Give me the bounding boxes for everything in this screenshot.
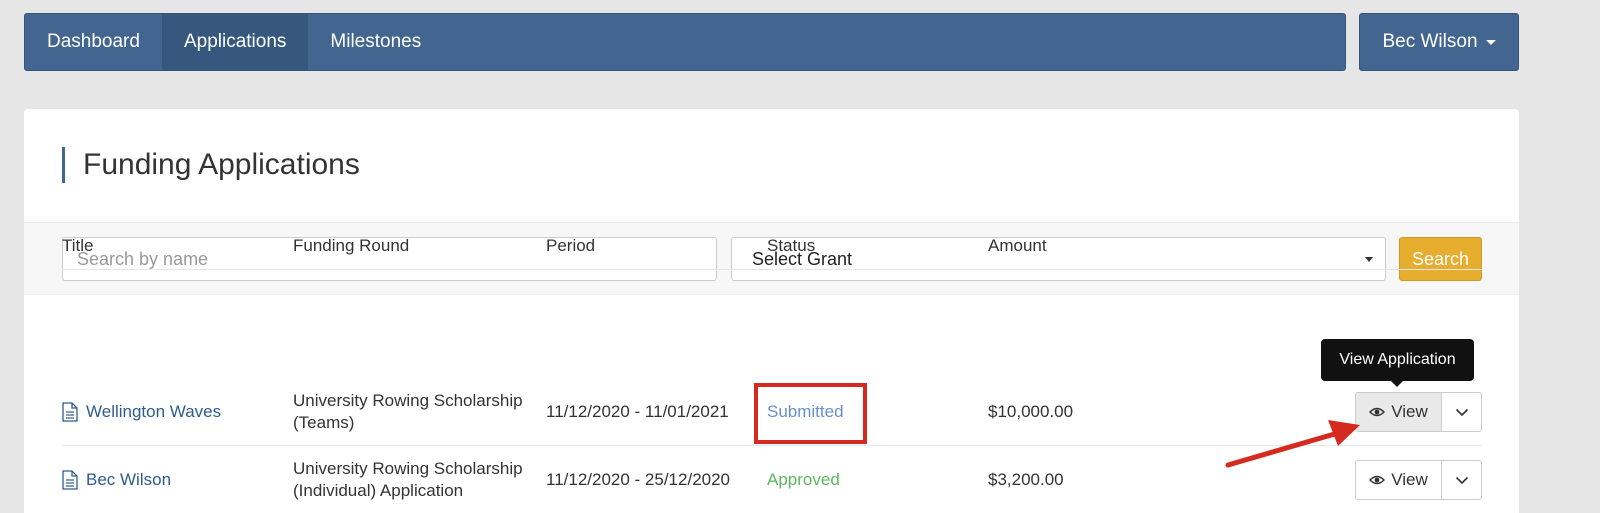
user-menu-dropdown[interactable]: Bec Wilson bbox=[1359, 13, 1519, 71]
chevron-down-icon bbox=[1455, 408, 1468, 416]
row-title-link[interactable]: Bec Wilson bbox=[62, 469, 171, 491]
column-header-period: Period bbox=[546, 236, 596, 255]
nav-milestones[interactable]: Milestones bbox=[308, 14, 443, 70]
actions-dropdown-toggle[interactable] bbox=[1442, 393, 1481, 431]
row-period: 11/12/2020 - 11/01/2021 bbox=[546, 402, 729, 421]
row-title-text: Wellington Waves bbox=[86, 402, 222, 421]
column-header-funding-round: Funding Round bbox=[293, 236, 410, 255]
row-title-link[interactable]: Wellington Waves bbox=[62, 401, 221, 423]
row-amount: $3,200.00 bbox=[988, 470, 1064, 489]
row-actions: View bbox=[1355, 392, 1482, 432]
funding-round-line2: (Individual) Application bbox=[293, 481, 464, 500]
document-icon bbox=[62, 402, 78, 422]
filter-bar: Select Grant Search bbox=[24, 222, 1519, 295]
eye-icon bbox=[1369, 475, 1386, 485]
eye-icon bbox=[1369, 407, 1386, 417]
funding-round-line1: University Rowing Scholarship bbox=[293, 459, 523, 478]
page-title: Funding Applications bbox=[62, 147, 360, 183]
user-name: Bec Wilson bbox=[1382, 31, 1478, 52]
view-application-tooltip: View Application bbox=[1321, 339, 1474, 387]
column-header-status: Status bbox=[767, 236, 816, 255]
funding-round-line2: (Teams) bbox=[293, 413, 355, 432]
search-button[interactable]: Search bbox=[1399, 237, 1482, 281]
row-period: 11/12/2020 - 25/12/2020 bbox=[546, 470, 731, 489]
row-actions: View bbox=[1355, 460, 1482, 500]
actions-dropdown-toggle[interactable] bbox=[1442, 461, 1481, 499]
annotation-highlight-box bbox=[754, 383, 867, 444]
chevron-down-icon bbox=[1455, 476, 1468, 484]
row-amount: $10,000.00 bbox=[988, 402, 1074, 421]
main-navbar: Dashboard Applications Milestones bbox=[24, 13, 1346, 71]
caret-down-icon bbox=[1485, 39, 1496, 45]
view-button-label: View bbox=[1391, 402, 1428, 421]
status-badge: Approved bbox=[767, 470, 840, 489]
column-header-title: Title bbox=[62, 236, 94, 255]
select-arrow-icon bbox=[1365, 257, 1373, 262]
document-icon bbox=[62, 470, 78, 490]
view-button-label: View bbox=[1391, 470, 1428, 489]
row-funding-round: University Rowing Scholarship (Teams) bbox=[293, 390, 523, 434]
annotation-arrow-icon bbox=[1225, 420, 1360, 468]
grant-select[interactable]: Select Grant bbox=[731, 237, 1386, 281]
column-header-amount: Amount bbox=[988, 236, 1047, 255]
nav-dashboard[interactable]: Dashboard bbox=[25, 14, 162, 70]
row-title-text: Bec Wilson bbox=[86, 470, 172, 489]
nav-applications[interactable]: Applications bbox=[161, 14, 309, 70]
header-divider bbox=[62, 269, 1482, 270]
funding-round-line1: University Rowing Scholarship bbox=[293, 391, 523, 410]
row-funding-round: University Rowing Scholarship (Individua… bbox=[293, 458, 523, 502]
